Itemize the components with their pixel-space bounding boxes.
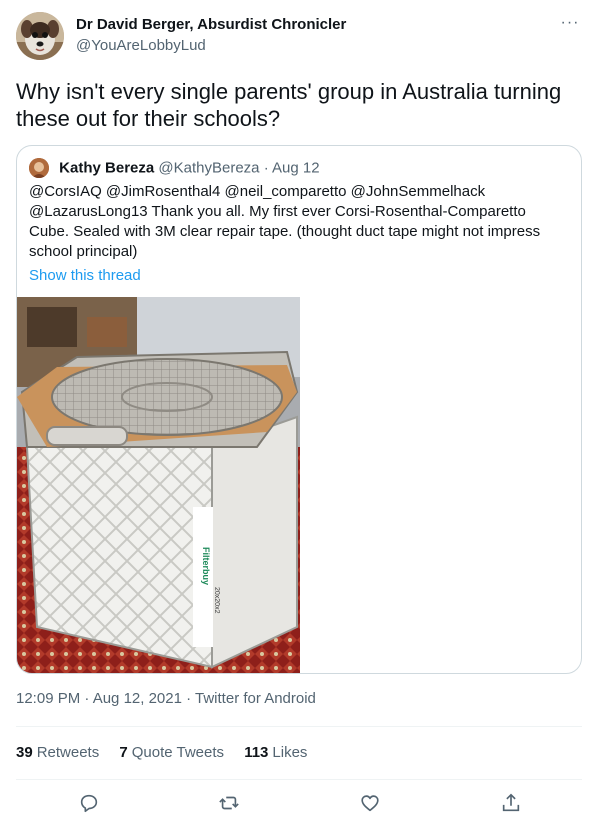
likes-label: Likes — [272, 744, 308, 761]
divider — [16, 726, 582, 727]
filter-size-text: 20x20x2 — [213, 587, 220, 614]
quoted-tweet-photo[interactable]: Filterbuy 20x20x2 — [17, 297, 300, 673]
like-button[interactable] — [357, 790, 383, 816]
quoted-tweet-header: Kathy Bereza @KathyBereza · Aug 12 — [29, 158, 320, 180]
likes-stat[interactable]: 113 Likes — [244, 744, 307, 761]
author-handle[interactable]: @YouAreLobbyLud — [76, 37, 206, 54]
retweets-stat[interactable]: 39 Retweets — [16, 744, 103, 761]
tweet-action-bar — [16, 790, 582, 816]
retweets-label: Retweets — [36, 744, 100, 761]
show-thread-link[interactable]: Show this thread — [29, 267, 141, 284]
author-name[interactable]: Dr David Berger, Absurdist Chronicler — [76, 16, 346, 33]
quoted-author-avatar[interactable] — [29, 158, 49, 178]
quoted-date[interactable]: · Aug 12 — [264, 160, 320, 177]
like-icon — [361, 795, 379, 812]
tweet-timestamp[interactable]: 12:09 PM · Aug 12, 2021 · Twitter for An… — [16, 690, 316, 707]
dog-avatar-icon — [16, 12, 64, 60]
tweet-header: Dr David Berger, Absurdist Chronicler @Y… — [16, 12, 582, 62]
quoted-tweet[interactable]: Kathy Bereza @KathyBereza · Aug 12 @Cors… — [16, 145, 582, 674]
more-options-icon[interactable]: ··· — [558, 14, 582, 38]
retweet-icon — [219, 796, 239, 810]
reply-icon — [80, 794, 98, 813]
divider — [16, 779, 582, 780]
reply-button[interactable] — [76, 790, 102, 816]
quoted-author-name[interactable]: Kathy Bereza — [59, 160, 154, 177]
quoted-author-handle[interactable]: @KathyBereza — [158, 160, 259, 177]
retweets-count: 39 — [16, 744, 33, 761]
share-button[interactable] — [498, 790, 524, 816]
quote-tweets-count: 7 — [119, 744, 128, 761]
quote-tweets-label: Quote Tweets — [131, 744, 225, 761]
author-avatar[interactable] — [16, 12, 64, 60]
air-filter-cube-photo: Filterbuy 20x20x2 — [17, 297, 300, 673]
quote-tweets-stat[interactable]: 7 Quote Tweets — [119, 744, 228, 761]
tweet-stats: 39 Retweets 7 Quote Tweets 113 Likes — [16, 744, 323, 761]
quoted-tweet-text: @CorsIAQ @JimRosenthal4 @neil_comparetto… — [29, 183, 541, 260]
tweet-text: Why isn't every single parents' group in… — [16, 79, 562, 131]
filter-brand-text: Filterbuy — [201, 547, 211, 585]
likes-count: 113 — [244, 744, 269, 761]
retweet-button[interactable] — [216, 790, 242, 816]
share-icon — [502, 793, 520, 812]
person-avatar-icon — [29, 158, 49, 178]
